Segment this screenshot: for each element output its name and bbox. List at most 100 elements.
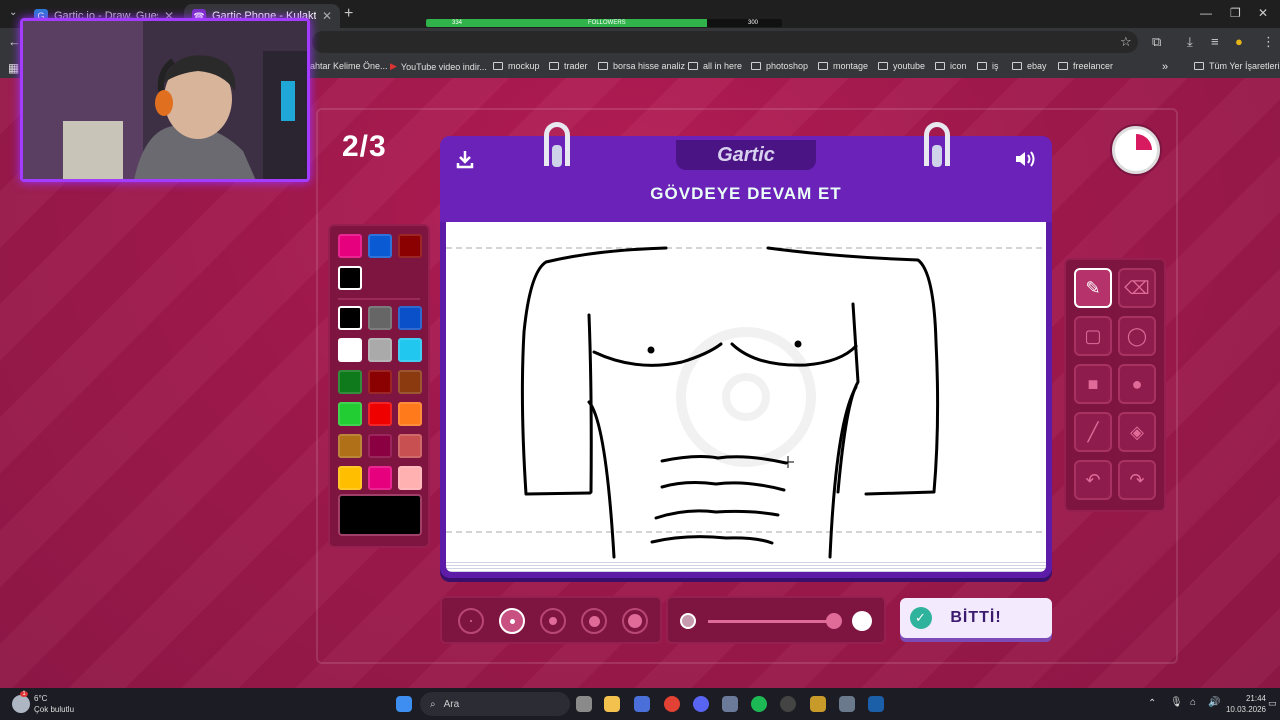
volume-icon[interactable]: 🔊 <box>1208 697 1220 708</box>
media-controls-icon[interactable]: ≡ <box>1211 34 1219 49</box>
discord-icon[interactable] <box>693 696 709 712</box>
recent-color-swatch[interactable] <box>338 234 362 258</box>
color-swatch[interactable] <box>398 434 422 458</box>
color-swatch[interactable] <box>398 466 422 490</box>
color-swatch[interactable] <box>368 466 392 490</box>
color-swatch[interactable] <box>368 402 392 426</box>
minimize-icon[interactable]: — <box>1200 6 1212 20</box>
notifications-icon[interactable]: ▭ <box>1268 698 1277 709</box>
ellipse-outline-icon: ◯ <box>1126 325 1148 346</box>
bookmark-label: montage <box>833 61 869 71</box>
pencil-tool-button[interactable]: ✎ <box>1074 268 1112 308</box>
rectangle-outline-tool-button[interactable]: ▢ <box>1074 316 1112 356</box>
drawing-canvas[interactable] <box>446 222 1046 560</box>
ellipse-fill-tool-button[interactable]: ● <box>1118 364 1156 404</box>
brush-size-button[interactable] <box>622 608 648 634</box>
close-tab-icon[interactable]: ✕ <box>322 9 332 23</box>
brush-size-button[interactable] <box>458 608 484 634</box>
steam-icon[interactable] <box>868 696 884 712</box>
color-swatch[interactable] <box>338 402 362 426</box>
fill-bucket-tool-button[interactable]: ◈ <box>1118 412 1156 452</box>
tab-search-icon[interactable]: ⌄ <box>9 7 17 18</box>
color-swatch[interactable] <box>368 306 392 330</box>
clock-date[interactable]: 10.03.2026 <box>1222 705 1266 714</box>
color-swatch[interactable] <box>368 434 392 458</box>
color-swatch[interactable] <box>368 338 392 362</box>
bookmark-folder[interactable]: youtube <box>878 61 925 71</box>
bookmark-star-icon[interactable]: ☆ <box>1120 34 1132 50</box>
all-bookmarks-folder[interactable]: Tüm Yer İşaretleri <box>1194 61 1280 71</box>
more-menu-icon[interactable]: ⋮ <box>1262 34 1275 50</box>
folder-icon <box>818 62 828 70</box>
download-drawing-icon[interactable] <box>452 146 478 172</box>
clock-time[interactable]: 21:44 <box>1226 694 1266 703</box>
restore-icon[interactable]: ❐ <box>1230 6 1241 20</box>
bookmark-folder[interactable]: all in here <box>688 61 742 71</box>
brush-size-button[interactable] <box>499 608 525 634</box>
spotify-icon[interactable] <box>751 696 767 712</box>
sound-icon[interactable] <box>1012 146 1038 172</box>
apps-grid-icon[interactable]: ▦ <box>8 61 19 75</box>
opacity-slider[interactable] <box>666 596 886 644</box>
store-icon[interactable] <box>634 696 650 712</box>
file-explorer-icon[interactable] <box>604 696 620 712</box>
color-swatch[interactable] <box>338 306 362 330</box>
bookmark-folder[interactable]: trader <box>549 61 588 71</box>
rectangle-outline-icon: ▢ <box>1084 325 1102 346</box>
rectangle-fill-tool-button[interactable]: ■ <box>1074 364 1112 404</box>
tray-chevron-icon[interactable]: ⌃ <box>1148 698 1156 709</box>
recent-color-swatch[interactable] <box>338 266 362 290</box>
line-tool-button[interactable]: ╱ <box>1074 412 1112 452</box>
microphone-icon[interactable]: 🎙 <box>1170 697 1183 708</box>
recent-color-swatch[interactable] <box>398 234 422 258</box>
plus-icon[interactable]: + <box>344 5 353 23</box>
windows-start-icon[interactable] <box>396 696 412 712</box>
bookmark-folder[interactable]: mockup <box>493 61 540 71</box>
bookmark-folder[interactable]: montage <box>818 61 868 71</box>
undo-tool-button[interactable]: ↶ <box>1074 460 1112 500</box>
color-swatch[interactable] <box>368 370 392 394</box>
bookmark-item[interactable]: ahtar Kelime Öne... <box>310 61 388 71</box>
bookmark-folder[interactable]: borsa hisse analiz <box>598 61 685 71</box>
color-swatch[interactable] <box>398 306 422 330</box>
done-button[interactable]: ✓ BİTTİ! <box>900 598 1052 638</box>
app-icon[interactable] <box>722 696 738 712</box>
obs-icon[interactable] <box>780 696 796 712</box>
task-view-icon[interactable] <box>576 696 592 712</box>
app-icon[interactable] <box>810 696 826 712</box>
bookmark-folder[interactable]: freelancer <box>1058 61 1113 71</box>
address-bar[interactable]: ☆ <box>312 31 1138 53</box>
extensions-icon[interactable]: ⧉ <box>1152 34 1161 50</box>
profile-avatar-icon[interactable]: ● <box>1235 34 1243 49</box>
color-swatch[interactable] <box>398 338 422 362</box>
opacity-handle[interactable] <box>826 613 843 629</box>
color-swatch[interactable] <box>338 434 362 458</box>
eraser-tool-button[interactable]: ⌫ <box>1118 268 1156 308</box>
chrome-icon[interactable] <box>664 696 680 712</box>
redo-tool-button[interactable]: ↷ <box>1118 460 1156 500</box>
brush-size-button[interactable] <box>540 608 566 634</box>
bookmark-folder[interactable]: iş <box>977 61 999 71</box>
palette-divider <box>338 298 420 300</box>
bookmark-folder[interactable]: photoshop <box>751 61 808 71</box>
bookmark-item[interactable]: ▶ YouTube video indir... <box>390 61 487 72</box>
brush-size-button[interactable] <box>581 608 607 634</box>
close-window-icon[interactable]: ✕ <box>1258 6 1268 20</box>
bookmarks-overflow-icon[interactable]: » <box>1162 61 1168 73</box>
settings-gear-icon[interactable] <box>839 696 855 712</box>
color-swatch[interactable] <box>338 466 362 490</box>
bookmark-label: all in here <box>703 61 743 71</box>
network-icon[interactable]: ⌂ <box>1190 697 1196 708</box>
color-swatch[interactable] <box>398 402 422 426</box>
color-swatch[interactable] <box>338 338 362 362</box>
bookmark-folder[interactable]: icon <box>935 61 967 71</box>
color-swatch[interactable] <box>398 370 422 394</box>
ellipse-outline-tool-button[interactable]: ◯ <box>1118 316 1156 356</box>
bookmark-folder[interactable]: ebay <box>1012 61 1047 71</box>
recent-color-swatch[interactable] <box>368 234 392 258</box>
taskbar-search[interactable]: ⌕ Ara <box>420 692 570 716</box>
weather-cloud-icon[interactable] <box>12 695 30 713</box>
done-label: BİTTİ! <box>950 609 1002 626</box>
color-swatch[interactable] <box>338 370 362 394</box>
download-icon[interactable]: ⤓ <box>1187 34 1193 50</box>
